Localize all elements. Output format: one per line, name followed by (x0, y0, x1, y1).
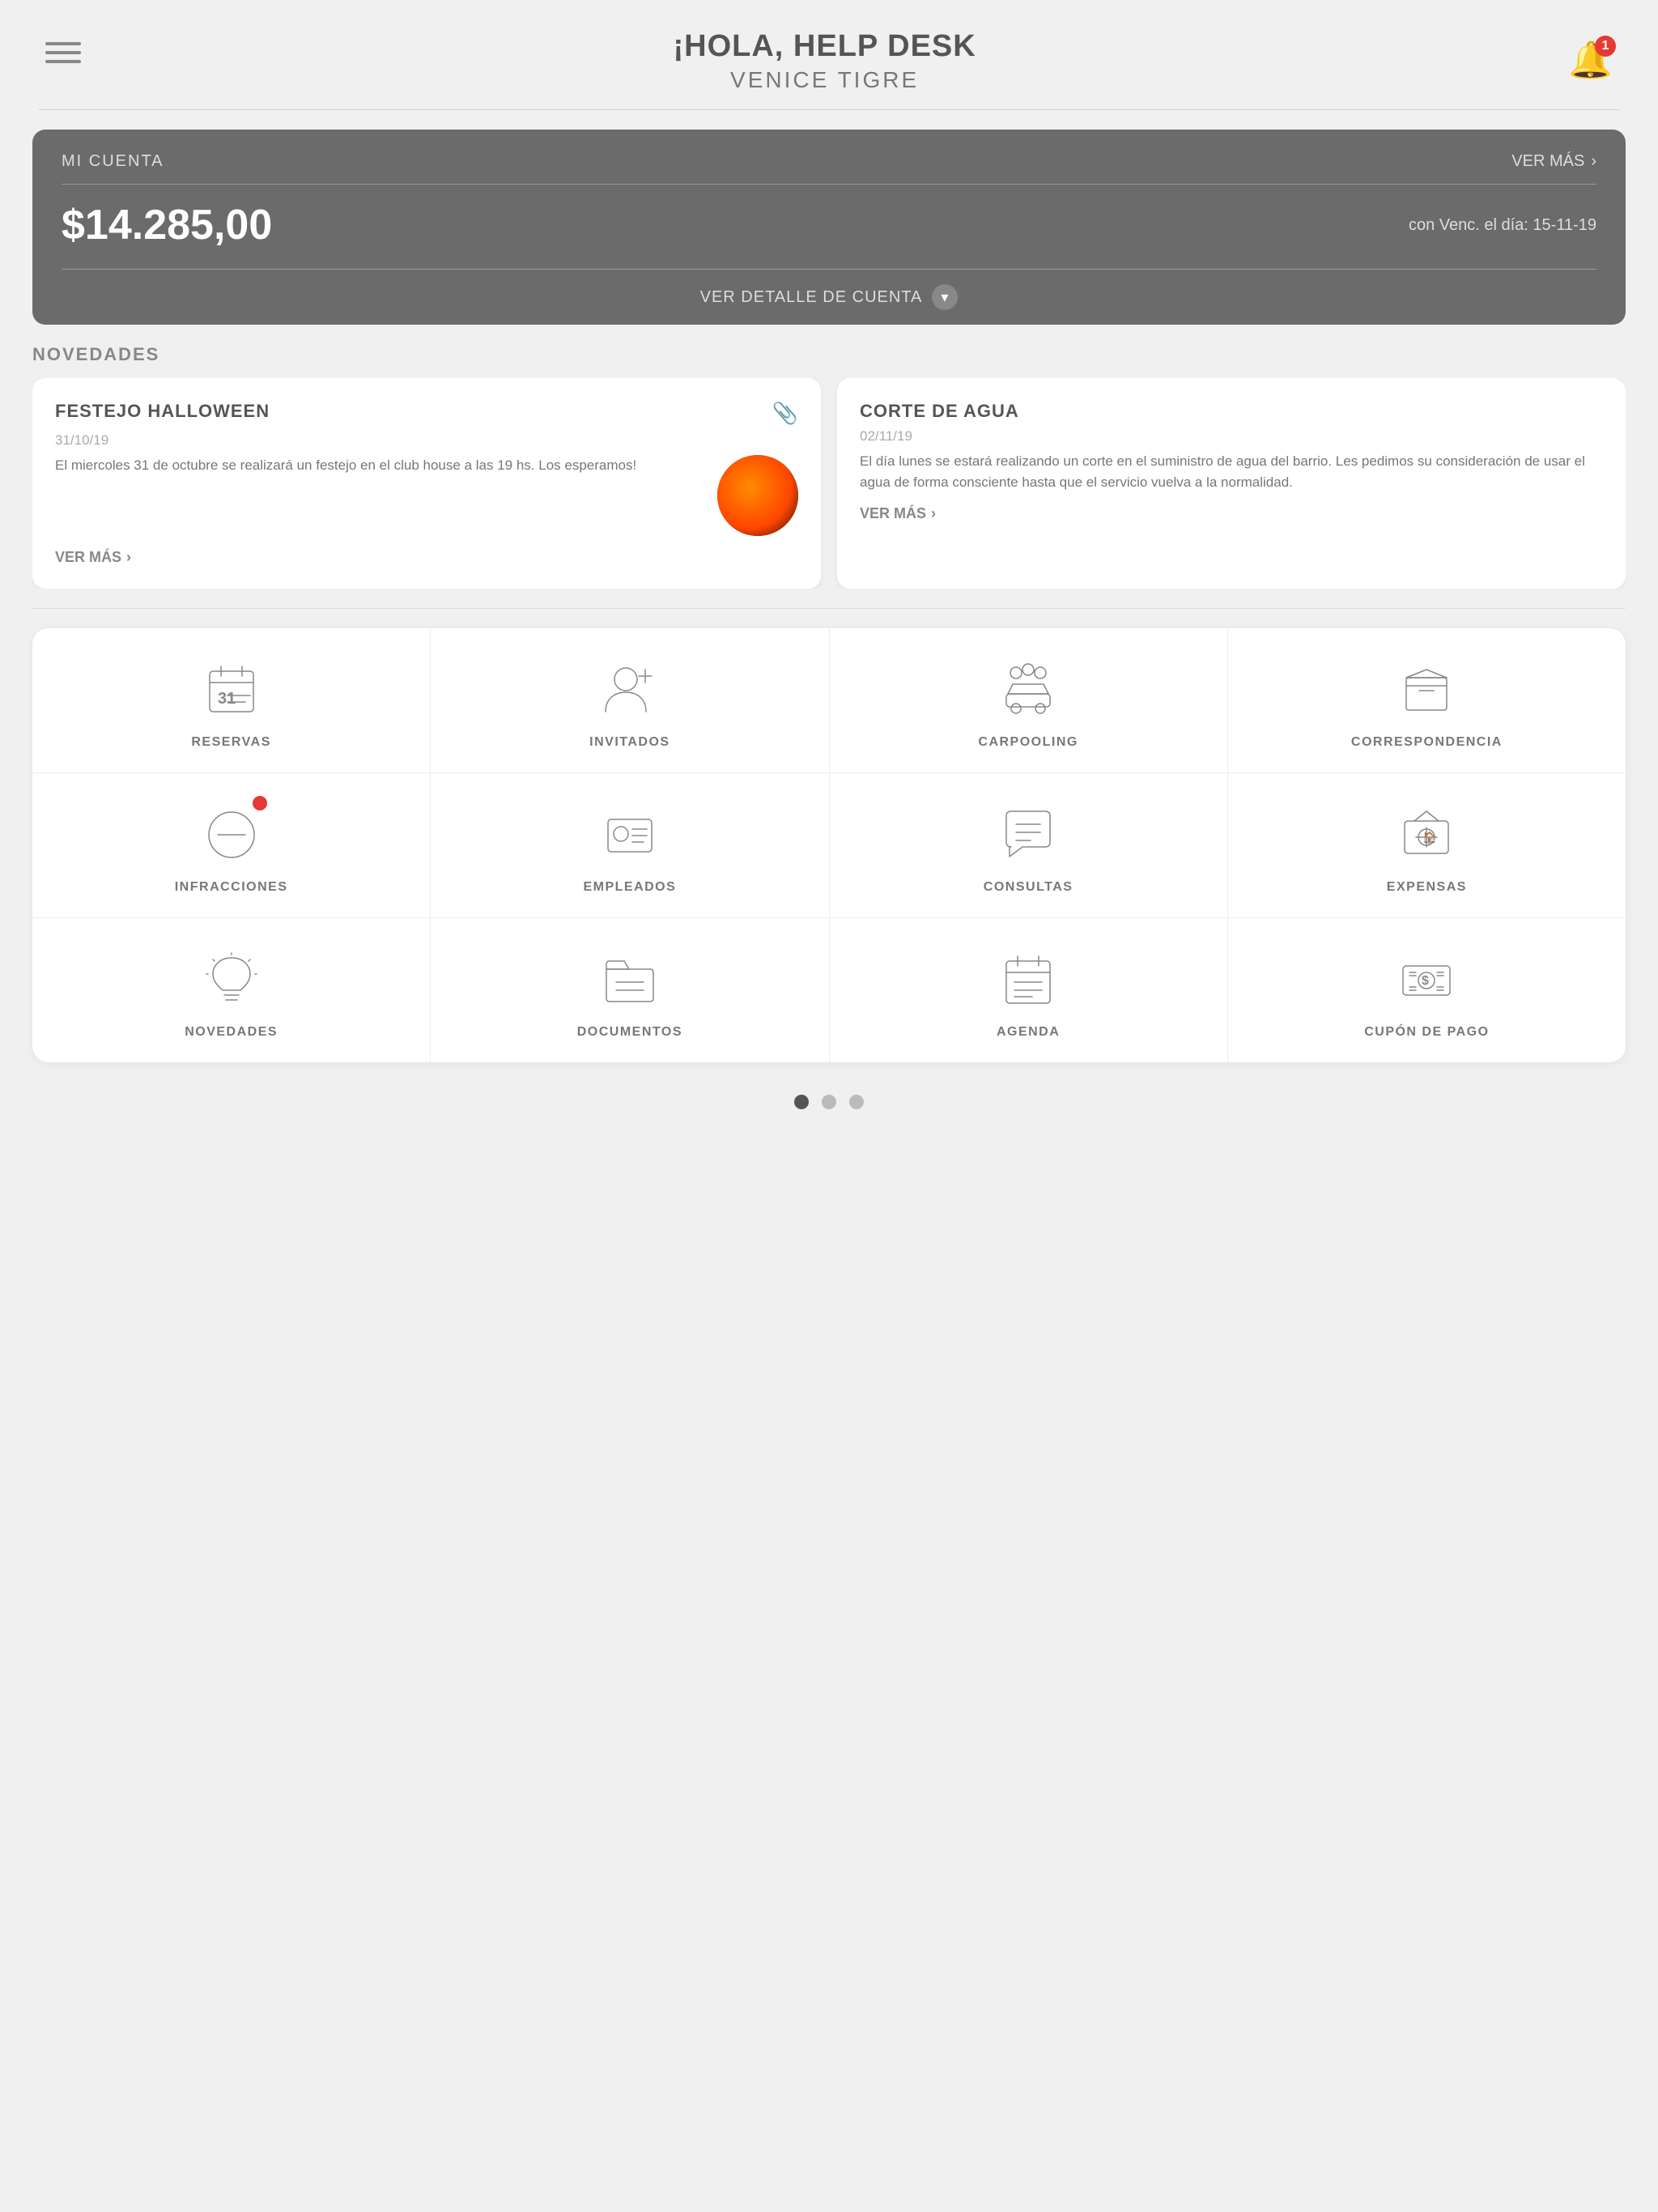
hamburger-button[interactable] (39, 36, 87, 70)
dollar-bill-icon: $ (1394, 947, 1459, 1012)
header: ¡HOLA, HELP DESK VENICE TIGRE 🔔 1 (0, 0, 1658, 109)
grid-cell-agenda[interactable]: AGENDA (830, 918, 1228, 1062)
news-card-date-2: 02/11/19 (860, 428, 1603, 445)
news-card-text: El miercoles 31 de octubre se realizará … (55, 455, 704, 476)
chat-icon (996, 802, 1061, 867)
grid-cell-correspondencia[interactable]: CORRESPONDENCIA (1228, 628, 1626, 772)
account-ver-mas-text: VER MÁS (1511, 152, 1584, 171)
halloween-image (717, 455, 798, 536)
ver-mas-arrow-icon-2: › (931, 505, 936, 522)
grid-cell-empleados[interactable]: EMPLEADOS (431, 773, 829, 917)
infracciones-badge (253, 796, 267, 810)
notification-badge: 1 (1595, 36, 1616, 57)
calendar2-icon (996, 947, 1061, 1012)
header-center: ¡HOLA, HELP DESK VENICE TIGRE (87, 29, 1562, 93)
chevron-down-icon: ▾ (932, 284, 958, 310)
svg-text:31: 31 (218, 690, 236, 708)
header-divider (39, 109, 1619, 110)
account-ver-mas-button[interactable]: VER MÁS › (1511, 152, 1596, 171)
cupon-pago-label: CUPÓN DE PAGO (1364, 1025, 1489, 1040)
correspondencia-label: CORRESPONDENCIA (1351, 735, 1503, 750)
consultas-label: CONSULTAS (984, 880, 1073, 895)
grid-cell-documentos[interactable]: DOCUMENTOS (431, 918, 829, 1062)
grid-cell-novedades[interactable]: NOVEDADES (32, 918, 431, 1062)
account-divider (62, 184, 1596, 185)
money-house-icon: 🏠 (1394, 802, 1459, 867)
news-card-header: FESTEJO HALLOWEEN 📎 (55, 401, 798, 426)
invitados-label: INVITADOS (589, 735, 670, 750)
section-divider (32, 608, 1626, 609)
account-ver-mas-arrow: › (1591, 152, 1596, 171)
grid-cell-infracciones[interactable]: INFRACCIONES (32, 773, 431, 917)
hamburger-line-3 (45, 60, 81, 63)
pumpkin-illustration (717, 455, 798, 536)
bulb-icon (199, 947, 264, 1012)
pagination-dot-2[interactable] (822, 1095, 836, 1109)
documentos-label: DOCUMENTOS (577, 1025, 682, 1040)
car-people-icon (996, 657, 1061, 722)
news-ver-mas-button-1[interactable]: VER MÁS › (55, 549, 798, 566)
greeting-title: ¡HOLA, HELP DESK (87, 29, 1562, 64)
grid-cell-consultas[interactable]: CONSULTAS (830, 773, 1228, 917)
news-card-body: El miercoles 31 de octubre se realizará … (55, 455, 798, 536)
calendar-icon: 31 (199, 657, 264, 722)
hamburger-line-2 (45, 51, 81, 54)
account-card: MI CUENTA VER MÁS › $14.285,00 con Venc.… (32, 130, 1626, 325)
grid-cell-expensas[interactable]: 🏠 EXPENSAS (1228, 773, 1626, 917)
box-icon (1394, 657, 1459, 722)
carpooling-label: CARPOOLING (978, 735, 1078, 750)
notification-bell-button[interactable]: 🔔 1 (1562, 32, 1619, 87)
services-grid-card: 31 RESERVAS INVITADOS (32, 628, 1626, 1062)
pagination-dot-3[interactable] (849, 1095, 864, 1109)
infracciones-label: INFRACCIONES (175, 880, 288, 895)
empleados-label: EMPLEADOS (583, 880, 676, 895)
account-detail-text: VER DETALLE DE CUENTA (700, 288, 923, 307)
expensas-label: EXPENSAS (1387, 880, 1467, 895)
novedades-grid-label: NOVEDADES (185, 1025, 278, 1040)
news-card-text-2: El día lunes se estará realizando un cor… (860, 451, 1603, 492)
folder-icon (597, 947, 662, 1012)
ver-mas-arrow-icon: › (126, 549, 131, 566)
agenda-label: AGENDA (997, 1025, 1060, 1040)
news-row: FESTEJO HALLOWEEN 📎 31/10/19 El miercole… (32, 378, 1626, 589)
grid-cell-reservas[interactable]: 31 RESERVAS (32, 628, 431, 772)
account-venc: con Venc. el día: 15-11-19 (1409, 216, 1596, 235)
account-amount: $14.285,00 (62, 201, 272, 249)
account-detail-button[interactable]: VER DETALLE DE CUENTA ▾ (62, 269, 1596, 325)
news-card-corte-agua[interactable]: CORTE DE AGUA 02/11/19 El día lunes se e… (837, 378, 1626, 589)
pagination (0, 1095, 1658, 1109)
attachment-icon: 📎 (772, 401, 798, 426)
grid-row-2: INFRACCIONES EMPLEADOS (32, 773, 1626, 918)
grid-cell-cupon-de-pago[interactable]: $ CUPÓN DE PAGO (1228, 918, 1626, 1062)
svg-text:$: $ (1422, 974, 1429, 988)
account-amount-row: $14.285,00 con Venc. el día: 15-11-19 (62, 201, 1596, 249)
account-card-top: MI CUENTA VER MÁS › (62, 152, 1596, 171)
grid-row-1: 31 RESERVAS INVITADOS (32, 628, 1626, 773)
news-card-date: 31/10/19 (55, 432, 798, 449)
no-circle-icon (199, 802, 264, 867)
grid-cell-carpooling[interactable]: CARPOOLING (830, 628, 1228, 772)
news-card-title: FESTEJO HALLOWEEN (55, 401, 766, 422)
person-add-icon (597, 657, 662, 722)
grid-cell-invitados[interactable]: INVITADOS (431, 628, 829, 772)
grid-row-3: NOVEDADES DOCUMENTOS (32, 918, 1626, 1062)
account-label: MI CUENTA (62, 152, 164, 171)
pagination-dot-1[interactable] (794, 1095, 809, 1109)
news-card-body-2: El día lunes se estará realizando un cor… (860, 451, 1603, 492)
news-card-header-2: CORTE DE AGUA (860, 401, 1603, 422)
novedades-section-label: NOVEDADES (32, 344, 1626, 365)
location-subtitle: VENICE TIGRE (87, 67, 1562, 93)
reservas-label: RESERVAS (191, 735, 271, 750)
news-card-title-2: CORTE DE AGUA (860, 401, 1603, 422)
news-card-halloween[interactable]: FESTEJO HALLOWEEN 📎 31/10/19 El miercole… (32, 378, 821, 589)
id-card-icon (597, 802, 662, 867)
news-ver-mas-button-2[interactable]: VER MÁS › (860, 505, 1603, 522)
hamburger-line-1 (45, 42, 81, 45)
